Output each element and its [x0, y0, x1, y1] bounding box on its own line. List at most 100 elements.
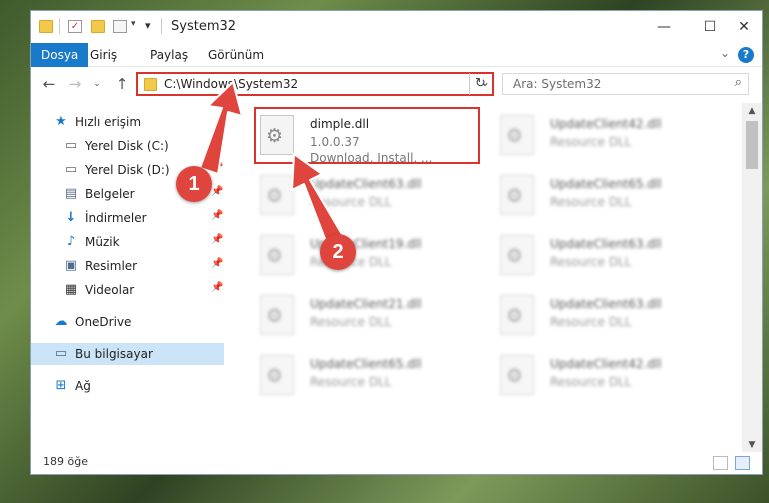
address-path[interactable]: C:\Windows\System32 [164, 77, 298, 91]
sidebar-item-downloads[interactable]: ↓ İndirmeler 📌 [31, 207, 224, 229]
file-type: Resource DLL [550, 375, 632, 389]
help-icon[interactable]: ? [738, 47, 754, 63]
gear-icon: ⚙ [266, 305, 284, 327]
file-name: UpdateClient21.dll [310, 297, 422, 311]
gear-icon: ⚙ [506, 305, 524, 327]
search-icon[interactable]: ⌕ [735, 75, 742, 90]
recent-locations-icon[interactable]: ⌄ [88, 74, 106, 94]
dll-file-icon: ⚙ [500, 175, 534, 215]
file-type: Resource DLL [550, 195, 632, 209]
tab-home[interactable]: Giriş [90, 43, 117, 67]
status-bar: 189 öğe [31, 452, 762, 474]
refresh-icon[interactable]: ↻ [469, 73, 491, 95]
vertical-scrollbar[interactable]: ▲ ▼ [742, 103, 762, 453]
download-icon: ↓ [65, 210, 77, 225]
sidebar-item-videos[interactable]: ▦ Videolar 📌 [31, 279, 224, 301]
gear-icon: ⚙ [266, 245, 284, 267]
sidebar-item-this-pc[interactable]: ▭ Bu bilgisayar [31, 343, 224, 365]
forward-arrow-icon[interactable]: → [66, 74, 84, 94]
gear-icon: ⚙ [266, 365, 284, 387]
gear-icon: ⚙ [506, 365, 524, 387]
pin-icon[interactable]: 📌 [211, 138, 223, 149]
explorer-window: ✓ ▾ ▾ System32 — ☐ ✕ Dosya Giriş Paylaş … [30, 10, 763, 475]
dll-file-icon: ⚙ [500, 115, 534, 155]
file-name: UpdateClient42.dll [550, 117, 662, 131]
pin-icon[interactable]: 📌 [211, 186, 223, 197]
file-name: UpdateClient42.dll [550, 357, 662, 371]
search-input[interactable]: Ara: System32 ⌕ [502, 73, 749, 95]
videos-icon: ▦ [64, 282, 78, 297]
pin-icon[interactable]: 📌 [211, 234, 223, 245]
gear-icon: ⚙ [506, 185, 524, 207]
pin-icon[interactable]: 📌 [211, 282, 223, 293]
view-options-icon[interactable] [113, 20, 127, 33]
star-icon: ★ [55, 114, 67, 129]
minimize-button[interactable]: — [641, 11, 687, 43]
cloud-icon: ☁ [54, 314, 68, 329]
details-view-icon[interactable] [713, 456, 728, 470]
file-type: Resource DLL [550, 255, 632, 269]
new-folder-icon[interactable] [91, 20, 105, 33]
large-icons-view-icon[interactable] [735, 456, 750, 470]
sidebar-item-onedrive[interactable]: ☁ OneDrive [31, 311, 224, 333]
sidebar-item-label: Yerel Disk (D:) [85, 163, 170, 177]
file-item[interactable]: ⚙ UpdateClient63.dll Resource DLL [252, 169, 487, 227]
file-item[interactable]: ⚙ UpdateClient63.dll Resource DLL [492, 289, 727, 347]
dll-file-icon: ⚙ [500, 235, 534, 275]
pin-icon[interactable]: 📌 [211, 210, 223, 221]
back-arrow-icon[interactable]: ← [40, 74, 58, 94]
tab-file[interactable]: Dosya [31, 43, 89, 67]
sidebar-item-local-disk-c[interactable]: ▭ Yerel Disk (C:) 📌 [31, 135, 224, 157]
drive-icon: ▭ [64, 138, 78, 153]
window-title: System32 [171, 19, 237, 34]
sidebar-item-quick-access[interactable]: ★ Hızlı erişim [31, 111, 224, 133]
scroll-thumb[interactable] [746, 121, 758, 169]
gear-icon: ⚙ [266, 185, 284, 207]
dll-file-icon: ⚙ [500, 295, 534, 335]
close-button[interactable]: ✕ [721, 11, 762, 43]
sidebar-item-label: İndirmeler [85, 211, 147, 225]
sidebar-item-pictures[interactable]: ▣ Resimler 📌 [31, 255, 224, 277]
pictures-icon: ▣ [64, 258, 78, 273]
up-arrow-icon[interactable]: ↑ [113, 74, 131, 94]
expand-ribbon-icon[interactable]: ⌄ [720, 46, 730, 60]
file-item[interactable]: ⚙ UpdateClient42.dll Resource DLL [492, 349, 727, 407]
pin-icon[interactable]: 📌 [211, 162, 223, 173]
sidebar-item-label: OneDrive [75, 315, 132, 329]
step-marker-1: 1 [176, 166, 212, 202]
ribbon: Dosya Giriş Paylaş Görünüm ⌄ ? [31, 43, 762, 67]
tab-share[interactable]: Paylaş [150, 43, 188, 67]
network-icon: ⊞ [55, 378, 67, 393]
dll-file-icon: ⚙ [260, 355, 294, 395]
sidebar-item-label: Videolar [85, 283, 135, 297]
address-bar[interactable]: C:\Windows\System32 ⌄ [136, 72, 494, 96]
folder-icon [144, 78, 157, 91]
sidebar-item-network[interactable]: ⊞ Ağ [31, 375, 224, 397]
sidebar-item-music[interactable]: ♪ Müzik 📌 [31, 231, 224, 253]
file-item[interactable]: ⚙ UpdateClient65.dll Resource DLL [252, 349, 487, 407]
customize-toolbar-icon[interactable]: ▾ [145, 19, 151, 32]
file-item[interactable]: ⚙ UpdateClient21.dll Resource DLL [252, 289, 487, 347]
file-type: Resource DLL [550, 315, 632, 329]
chevron-down-icon[interactable]: ▾ [131, 19, 136, 29]
pin-icon[interactable]: 📌 [211, 258, 223, 269]
sidebar-item-label: Yerel Disk (C:) [85, 139, 169, 153]
sidebar-item-label: Resimler [85, 259, 138, 273]
scroll-up-icon[interactable]: ▲ [742, 103, 762, 119]
tab-view[interactable]: Görünüm [208, 43, 264, 67]
drive-icon: ▭ [64, 162, 78, 177]
file-item[interactable]: ⚙ UpdateClient65.dll Resource DLL [492, 169, 727, 227]
file-item[interactable]: ⚙ UpdateClient42.dll Resource DLL [492, 109, 727, 167]
gear-icon: ⚙ [506, 125, 524, 147]
search-placeholder: Ara: System32 [513, 77, 602, 91]
file-type: Resource DLL [310, 195, 392, 209]
divider [59, 18, 60, 34]
dll-file-icon: ⚙ [500, 355, 534, 395]
properties-icon[interactable]: ✓ [68, 20, 82, 33]
dll-file-icon: ⚙ [260, 295, 294, 335]
scroll-down-icon[interactable]: ▼ [742, 437, 762, 453]
dll-file-icon: ⚙ [260, 175, 294, 215]
file-item[interactable]: ⚙ UpdateClient63.dll Resource DLL [492, 229, 727, 287]
file-item[interactable]: ⚙ UpdateClient19.dll Resource DLL [252, 229, 487, 287]
folder-icon [39, 20, 53, 33]
